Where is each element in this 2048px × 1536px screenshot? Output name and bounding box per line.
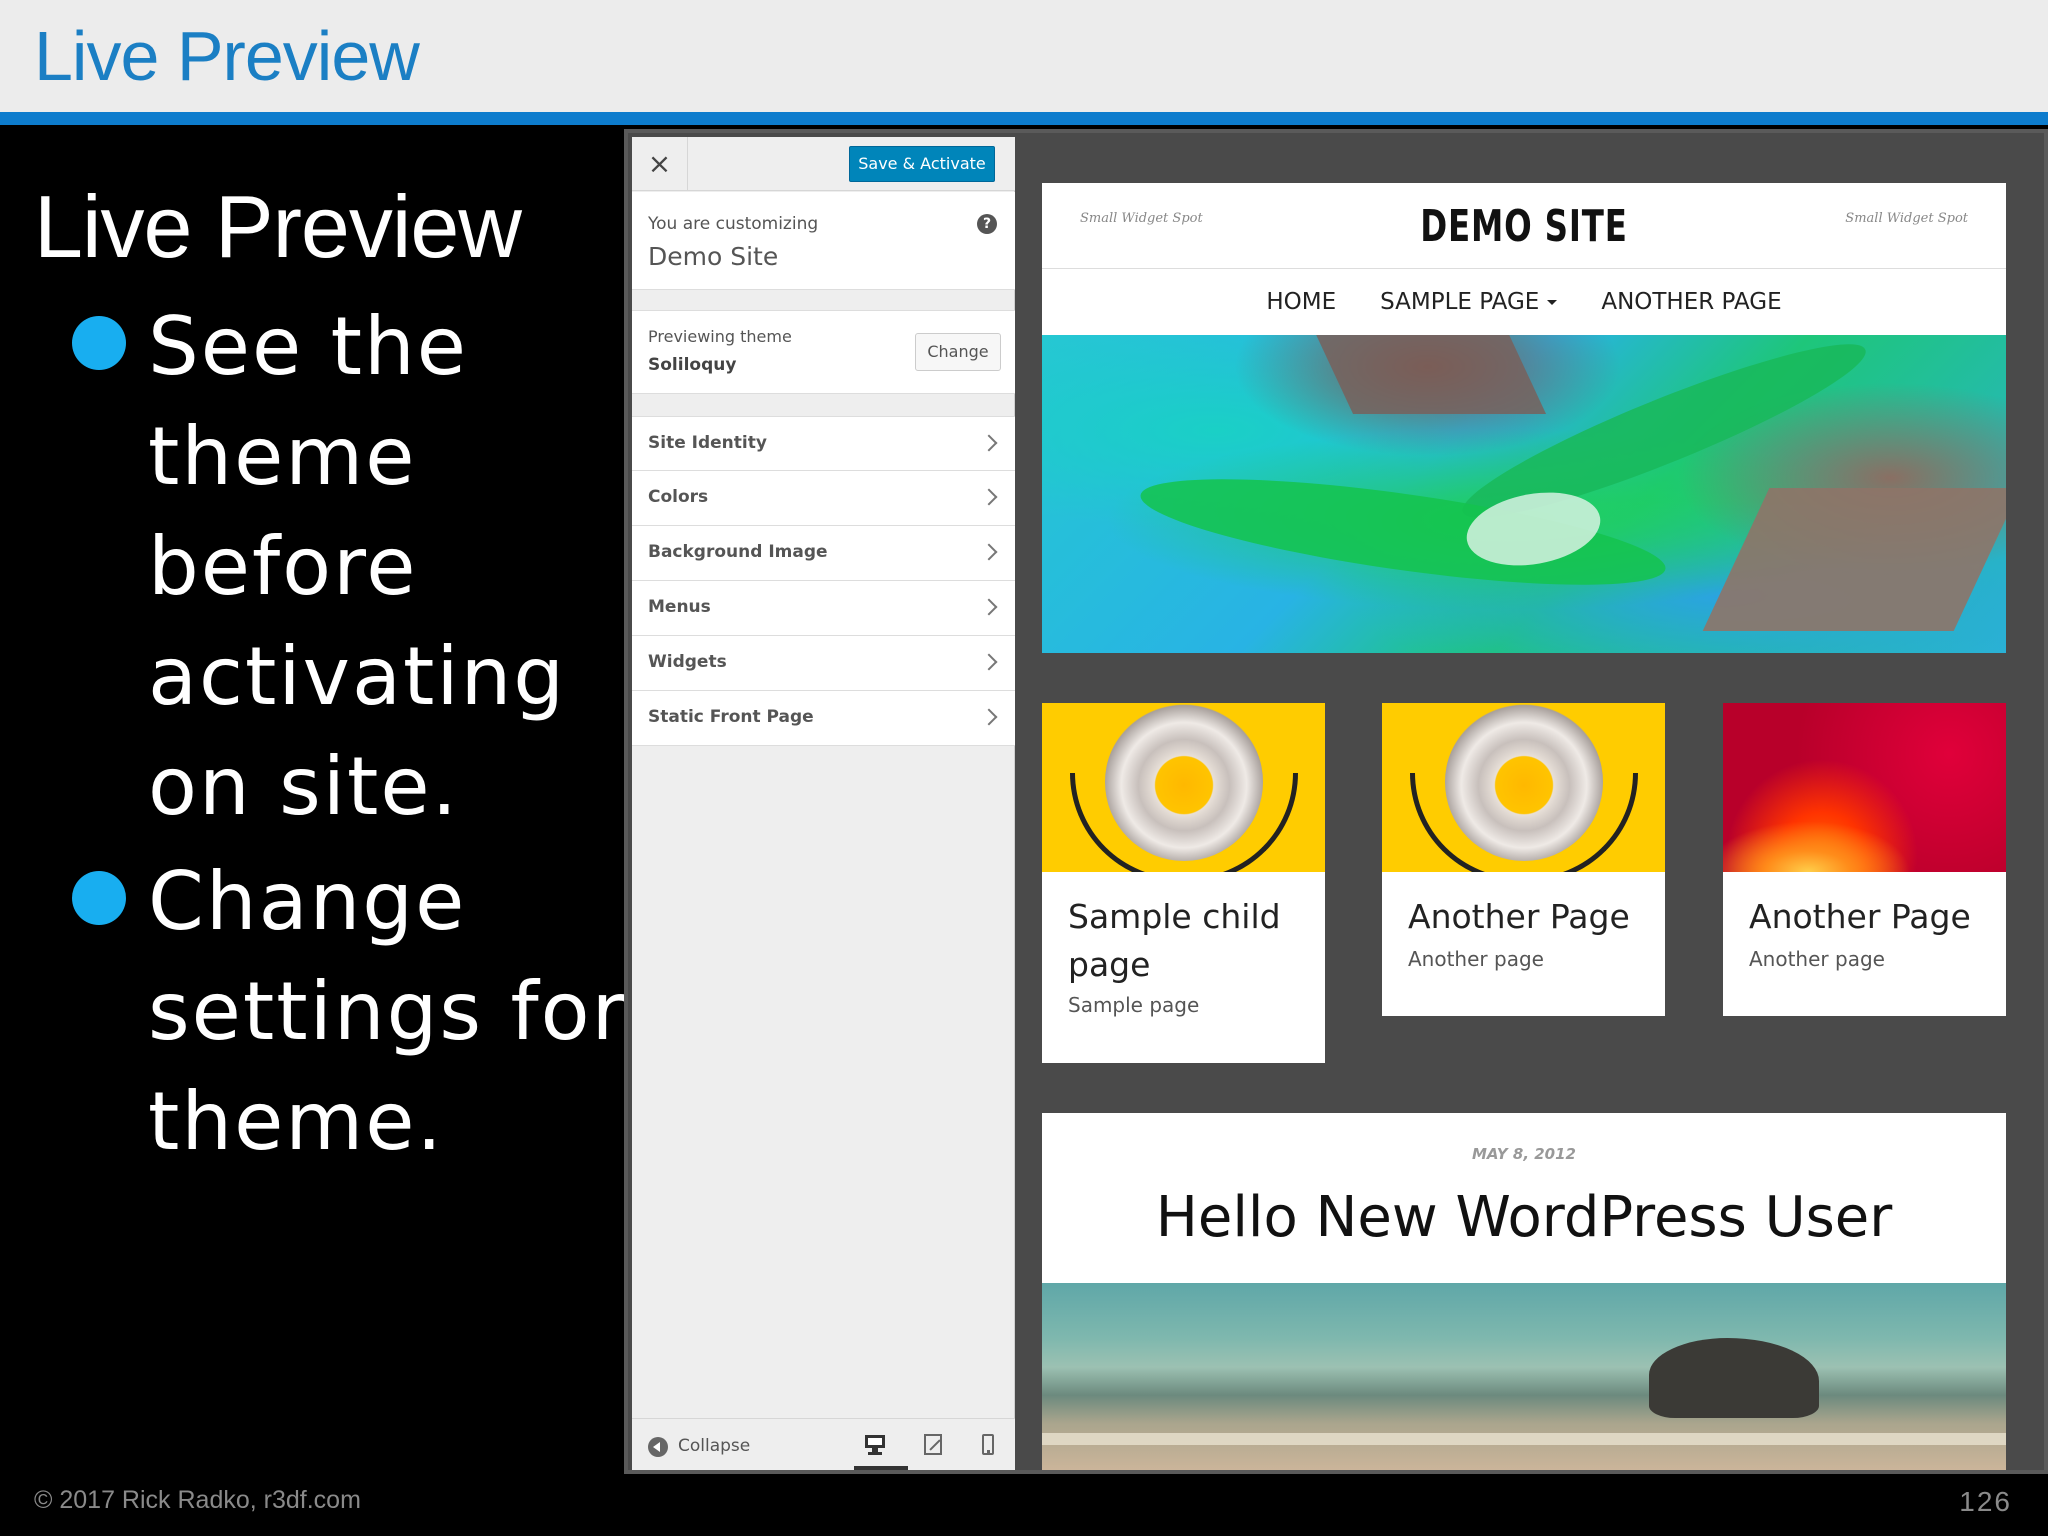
section-colors[interactable]: Colors [632, 471, 1015, 526]
slide-header-title: Live Preview [34, 17, 420, 95]
site-title[interactable]: DEMO SITE [1129, 201, 1919, 252]
card-subtitle: Another page [1408, 947, 1544, 971]
customizing-info: You are customizing Demo Site ? [632, 192, 1015, 290]
bullet-text: Change settings for theme. [148, 855, 627, 1168]
customizer-sections: Site Identity Colors Background Image Me… [632, 416, 1015, 746]
blog-post: MAY 8, 2012 Hello New WordPress User [1042, 1113, 2006, 1283]
card-subtitle: Another page [1749, 947, 1885, 971]
nav-sample-page[interactable]: SAMPLE PAGE [1380, 289, 1558, 315]
chevron-right-icon [980, 653, 998, 671]
section-label: Colors [648, 487, 709, 507]
nav-label: ANOTHER PAGE [1601, 289, 1782, 315]
header-rule [0, 112, 2048, 125]
card-image [1382, 703, 1665, 872]
change-theme-button[interactable]: Change [915, 333, 1001, 371]
card-title[interactable]: Sample child page [1068, 893, 1308, 989]
section-label: Menus [648, 597, 711, 617]
slide-number: 126 [1959, 1486, 2012, 1517]
close-icon[interactable]: × [632, 137, 688, 191]
theme-name: Soliloquy [648, 355, 737, 375]
caret-down-icon [1547, 299, 1558, 305]
collapse-icon[interactable] [648, 1437, 668, 1457]
chevron-right-icon [980, 488, 998, 506]
customizing-label: You are customizing [648, 214, 819, 234]
site-nav: HOME SAMPLE PAGE ANOTHER PAGE [1042, 269, 2006, 335]
previewing-label: Previewing theme [648, 327, 792, 346]
bullet-dot-icon [72, 316, 126, 370]
customizer-footer: Collapse [632, 1418, 1015, 1470]
hero-image [1042, 335, 2006, 653]
slide-footer: © 2017 Rick Radko, r3df.com [34, 1486, 361, 1514]
post-date: MAY 8, 2012 [1471, 1145, 1576, 1163]
site-header: Small Widget Spot DEMO SITE Small Widget… [1042, 183, 2006, 269]
nav-label: SAMPLE PAGE [1380, 289, 1540, 315]
section-label: Static Front Page [648, 707, 814, 727]
page-card[interactable]: Sample child page Sample page [1042, 703, 1325, 1063]
nav-label: HOME [1266, 289, 1337, 315]
page-card[interactable]: Another Page Another page [1723, 703, 2006, 1016]
page-card[interactable]: Another Page Another page [1382, 703, 1665, 1016]
section-label: Widgets [648, 652, 727, 672]
section-site-identity[interactable]: Site Identity [632, 416, 1015, 471]
card-title[interactable]: Another Page [1749, 893, 1989, 941]
collapse-button[interactable]: Collapse [678, 1436, 750, 1456]
customizer-topbar: × Save & Activate [632, 137, 1015, 191]
card-image [1723, 703, 2006, 872]
section-menus[interactable]: Menus [632, 581, 1015, 636]
chevron-right-icon [980, 708, 998, 726]
chevron-right-icon [980, 434, 998, 452]
post-title[interactable]: Hello New WordPress User [1042, 1185, 2006, 1250]
card-title[interactable]: Another Page [1408, 893, 1648, 941]
card-subtitle: Sample page [1068, 993, 1200, 1017]
post-image [1042, 1283, 2006, 1470]
tablet-icon[interactable] [922, 1433, 944, 1455]
site-name: Demo Site [648, 242, 779, 271]
slide-header: Live Preview [0, 0, 2048, 112]
theme-info: Previewing theme Soliloquy Change [632, 310, 1015, 394]
section-label: Site Identity [648, 433, 767, 453]
chevron-right-icon [980, 598, 998, 616]
bullet-text: See the theme before activating on site. [148, 300, 567, 833]
section-widgets[interactable]: Widgets [632, 636, 1015, 691]
customizer-panel: × Save & Activate You are customizing De… [632, 137, 1015, 1470]
save-activate-button[interactable]: Save & Activate [849, 146, 995, 182]
help-icon[interactable]: ? [977, 214, 997, 234]
widget-spot-right: Small Widget Spot [1845, 211, 1968, 226]
mobile-icon[interactable] [976, 1433, 998, 1455]
slide-heading: Live Preview [34, 177, 522, 276]
section-static-front-page[interactable]: Static Front Page [632, 691, 1015, 746]
card-image [1042, 703, 1325, 872]
site-preview: Small Widget Spot DEMO SITE Small Widget… [1016, 137, 2044, 1470]
nav-home[interactable]: HOME [1266, 289, 1336, 315]
chevron-right-icon [980, 543, 998, 561]
desktop-icon[interactable] [864, 1433, 886, 1455]
nav-another-page[interactable]: ANOTHER PAGE [1601, 289, 1781, 315]
active-device-indicator [854, 1466, 908, 1470]
bullet-dot-icon [72, 871, 126, 925]
section-background-image[interactable]: Background Image [632, 526, 1015, 581]
section-label: Background Image [648, 542, 828, 562]
customizer-screenshot: × Save & Activate You are customizing De… [624, 129, 2048, 1474]
